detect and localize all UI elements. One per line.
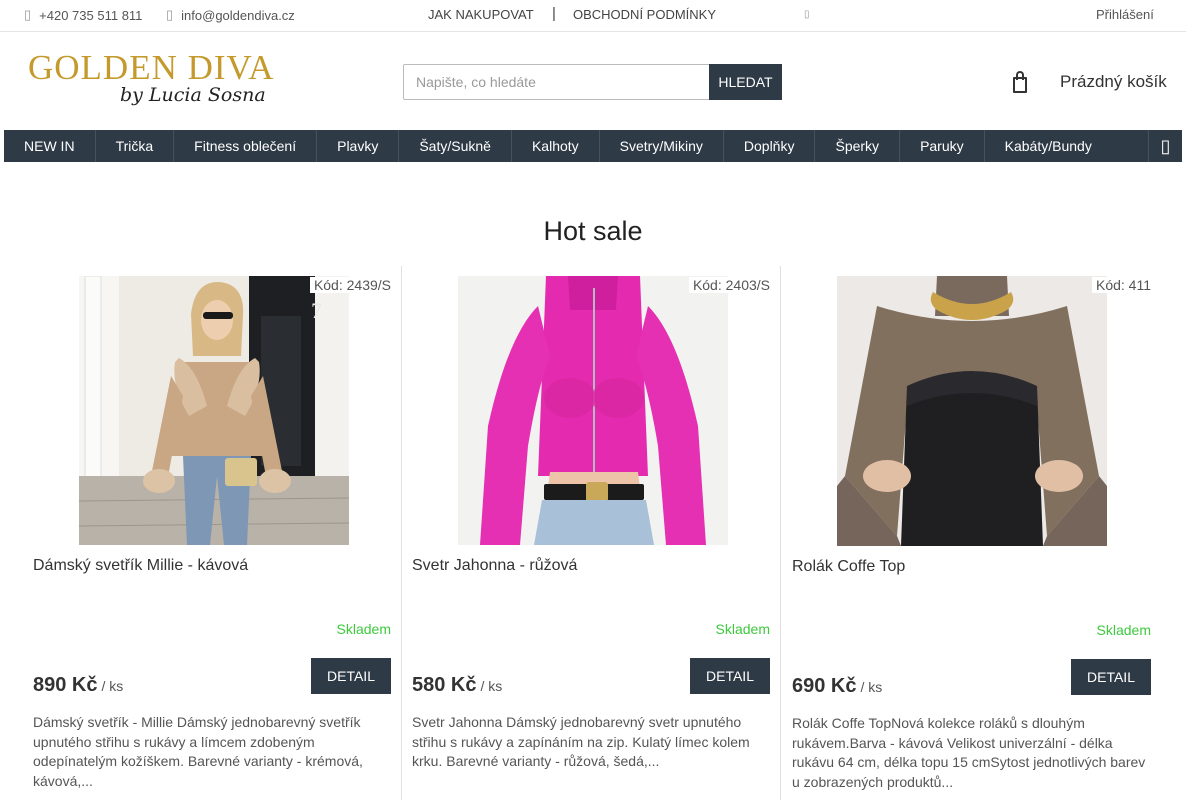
stock-status: Skladem [715, 621, 770, 637]
stock-status: Skladem [1096, 622, 1151, 638]
price-unit: / ks [480, 678, 503, 694]
price-value: 890 Kč [33, 674, 98, 696]
email-address: info@goldendiva.cz [181, 7, 295, 23]
product-name[interactable]: Rolák Coffe Top [792, 558, 905, 576]
site-logo[interactable]: GOLDEN DIVA by Lucia Sosna [28, 48, 275, 110]
nav-item-kabaty-bundy[interactable]: Kabáty/Bundy [985, 130, 1112, 162]
logo-tagline: by Lucia Sosna [120, 84, 266, 106]
more-links-icon[interactable]: ▯ [804, 9, 810, 20]
nav-item-paruky[interactable]: Paruky [900, 130, 985, 162]
product-code: Kód: 2403/S [688, 277, 770, 293]
link-separator: | [552, 5, 556, 22]
site-header: GOLDEN DIVA by Lucia Sosna HLEDAT Prázdn… [0, 32, 1186, 130]
phone-icon: ▯ [24, 7, 32, 22]
shopping-bag-icon [1010, 70, 1030, 94]
envelope-icon: ▯ [166, 7, 174, 22]
product-image[interactable] [458, 276, 728, 545]
top-bar: ▯ +420 735 511 811 ▯ info@goldendiva.cz … [0, 0, 1186, 32]
section-title: Hot sale [543, 216, 643, 246]
product-image[interactable]: 7 [79, 276, 349, 545]
nav-item-plavky[interactable]: Plavky [317, 130, 400, 162]
price-unit: / ks [101, 678, 124, 694]
product-grid: 7 Kód: 2439/S Dámský svetřík Millie - ká… [23, 266, 1163, 800]
price-value: 690 Kč [792, 675, 857, 697]
nav-item-svetry-mikiny[interactable]: Svetry/Mikiny [600, 130, 724, 162]
phone-contact[interactable]: ▯ +420 735 511 811 [24, 7, 142, 23]
nav-item-new-in[interactable]: NEW IN [4, 130, 96, 162]
product-code: Kód: 2439/S [309, 277, 391, 293]
detail-button[interactable]: DETAIL [311, 658, 391, 694]
detail-button[interactable]: DETAIL [1071, 659, 1151, 695]
nav-more-icon[interactable]: ▯ [1148, 130, 1182, 162]
price-value: 580 Kč [412, 674, 477, 696]
main-navigation: NEW IN Trička Fitness oblečení Plavky Ša… [4, 130, 1182, 162]
product-code: Kód: 411 [1091, 277, 1151, 293]
link-obchodni-podminky[interactable]: OBCHODNÍ PODMÍNKY [573, 7, 716, 22]
product-description: Dámský svetřík - Millie Dámský jednobare… [33, 714, 363, 789]
logo-brand: GOLDEN DIVA [28, 48, 275, 87]
nav-item-sperky[interactable]: Šperky [815, 130, 901, 162]
nav-item-fitness[interactable]: Fitness oblečení [174, 130, 318, 162]
search-button[interactable]: HLEDAT [709, 64, 782, 100]
product-name[interactable]: Dámský svetřík Millie - kávová [33, 557, 248, 575]
nav-item-doplnky[interactable]: Doplňky [724, 130, 816, 162]
product-description: Svetr Jahonna Dámský jednobarevný svetr … [412, 714, 750, 769]
nav-item-tricka[interactable]: Trička [96, 130, 175, 162]
price-unit: / ks [860, 679, 883, 695]
login-link[interactable]: Přihlášení [1096, 7, 1154, 22]
product-card: Kód: 411 Rolák Coffe Top Skladem 690 Kč /… [782, 266, 1161, 800]
cart-label: Prázdný košík [1060, 72, 1167, 91]
product-price: 690 Kč / ks [792, 675, 882, 698]
product-image[interactable] [837, 276, 1107, 546]
product-price: 890 Kč / ks [33, 674, 123, 697]
link-jak-nakupovat[interactable]: JAK NAKUPOVAT [428, 7, 534, 22]
nav-item-saty-sukne[interactable]: Šaty/Sukně [399, 130, 512, 162]
search-form: HLEDAT [403, 64, 782, 100]
stock-status: Skladem [336, 621, 391, 637]
search-input[interactable] [403, 64, 709, 100]
product-price: 580 Kč / ks [412, 674, 502, 697]
product-card: Kód: 2403/S Svetr Jahonna - růžová Sklad… [402, 266, 781, 800]
product-name[interactable]: Svetr Jahonna - růžová [412, 557, 577, 575]
product-card: 7 Kód: 2439/S Dámský svetřík Millie - ká… [23, 266, 402, 800]
phone-number: +420 735 511 811 [39, 7, 143, 23]
svg-text:7: 7 [311, 298, 322, 323]
product-description: Rolák Coffe TopNová kolekce roláků s dlo… [792, 715, 1146, 790]
email-contact[interactable]: ▯ info@goldendiva.cz [166, 7, 295, 23]
cart-link[interactable]: Prázdný košík [1010, 70, 1167, 94]
nav-item-kalhoty[interactable]: Kalhoty [512, 130, 600, 162]
detail-button[interactable]: DETAIL [690, 658, 770, 694]
